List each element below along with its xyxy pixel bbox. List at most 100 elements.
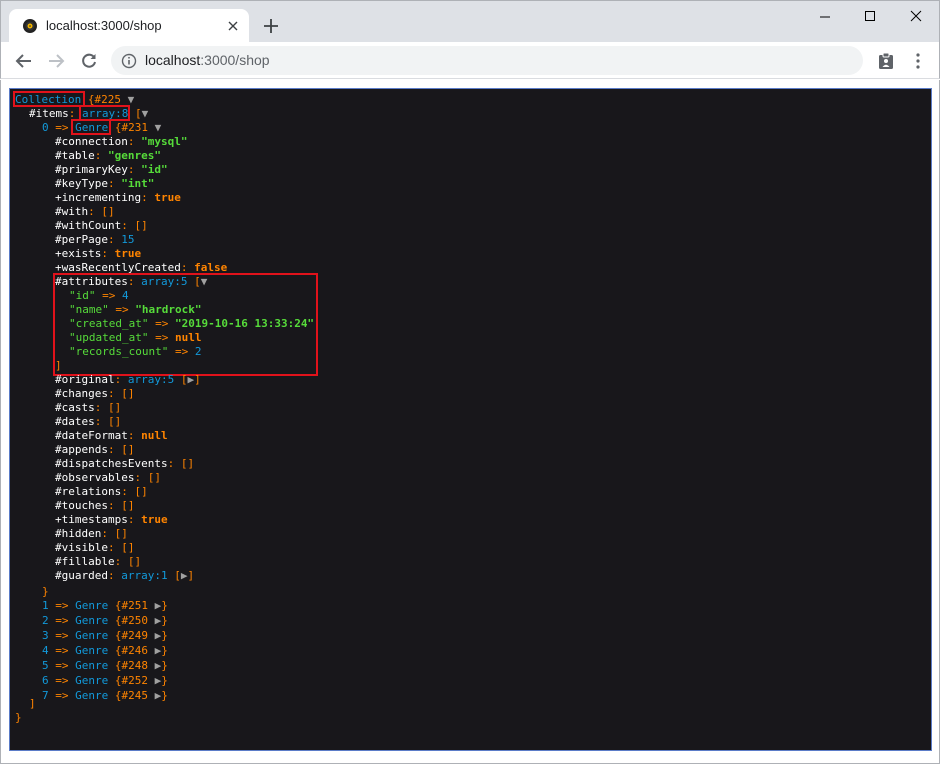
arrow: => [48,599,76,612]
item-class-name[interactable]: Genre [75,614,108,627]
prop-array-type[interactable]: array:5 [128,373,174,386]
prop-value: [] [127,555,142,568]
prop-value: "genres" [108,149,161,162]
arrow: => [148,317,175,330]
prop-value: [] [121,499,135,512]
prop-value: false [194,261,228,274]
colon: : [127,513,142,526]
item-class-name[interactable]: Genre [75,659,108,672]
collapse-toggle-icon[interactable]: ▼ [142,107,149,120]
arrow: => [48,644,76,657]
colon: : [101,247,115,260]
prop-name: #connection [55,135,128,148]
attribute-value: null [174,331,202,344]
more-vert-icon[interactable] [911,52,925,70]
colon: : [127,135,142,148]
prop-name: #visible [55,541,108,554]
prop-name: #dateFormat [55,429,128,442]
item-class-name[interactable]: Genre [75,644,108,657]
var-dump-panel: Collection {#225 ▼ #items: array:8 [▼ 0 … [9,88,932,751]
prop-value: null [141,429,168,442]
highlight-box-genre [71,119,111,135]
collapsed-item-row[interactable]: 5 => Genre {#248 ▶} [42,659,168,673]
items-prop-name: #items [29,107,69,120]
colon: : [127,429,142,442]
collapsed-item-row[interactable]: 3 => Genre {#249 ▶} [42,629,168,643]
prop-name: #dispatchesEvents [55,457,168,470]
prop-value: "mysql" [141,135,188,148]
item-index: 0 [42,121,49,134]
collapsed-item-row[interactable]: 7 => Genre {#245 ▶} [42,689,168,703]
maximize-icon[interactable] [859,7,881,27]
collapsed-item-row[interactable]: 2 => Genre {#250 ▶} [42,614,168,628]
minimize-icon[interactable] [814,7,836,27]
prop-name: #with [55,205,89,218]
colon: : [107,443,122,456]
colon: : [107,177,122,190]
collapse-toggle-icon[interactable]: ▼ [155,121,162,134]
prop-array-type[interactable]: array:1 [121,569,167,582]
property-row: #keyType: "int" [55,177,154,191]
arrow: => [148,331,175,344]
item-index: 1 [42,599,49,612]
prop-value: [] [121,443,135,456]
attribute-value: "2019-10-16 13:33:24" [174,317,315,330]
prop-value: [] [101,205,115,218]
item-class-name[interactable]: Genre [75,629,108,642]
close-window-icon[interactable] [905,7,927,27]
forward-arrow-icon[interactable] [46,51,66,71]
back-arrow-icon[interactable] [14,51,34,71]
arrow: => [168,345,195,358]
attribute-key: "name" [69,303,109,316]
item-index: 3 [42,629,49,642]
info-icon[interactable] [121,53,137,69]
prop-name: #table [55,149,95,162]
clipboard-icon[interactable] [877,52,895,70]
colon: : [107,541,122,554]
browser-tab[interactable]: localhost:3000/shop [9,9,249,43]
collapsed-item-row[interactable]: 6 => Genre {#252 ▶} [42,674,168,688]
colon: : [107,233,122,246]
prop-name: +timestamps [55,513,128,526]
new-tab-icon[interactable] [261,16,281,36]
prop-value: [] [114,527,128,540]
close-tab-icon[interactable] [225,18,241,34]
prop-name: +exists [55,247,102,260]
close-brace: } [161,659,168,672]
colon: : [121,485,135,498]
reload-icon[interactable] [79,51,99,71]
attribute-value: 4 [122,289,129,302]
close-brace: } [161,599,168,612]
url-path: :3000/shop [200,52,270,68]
collapsed-item-row[interactable]: 1 => Genre {#251 ▶} [42,599,168,613]
property-row: #dispatchesEvents: [] [55,457,194,471]
item-class-name[interactable]: Genre [75,599,108,612]
item-class-name[interactable]: Genre [75,689,108,702]
property-row: #withCount: [] [55,219,148,233]
colon: : [94,415,108,428]
colon: : [134,471,148,484]
attribute-key: "id" [69,289,96,302]
item-0-close-brace: } [42,585,49,598]
close-brace: } [161,689,168,702]
property-row: #table: "genres" [55,149,161,163]
colon: : [167,457,181,470]
item-object-id: {#246 [108,644,155,657]
item-class-name[interactable]: Genre [75,674,108,687]
page-content: Collection {#225 ▼ #items: array:8 [▼ 0 … [0,80,940,764]
prop-name: #touches [55,499,108,512]
colon: : [107,569,122,582]
vinyl-record-icon [23,19,37,33]
property-row: #dateFormat: null [55,429,168,443]
prop-name: #guarded [55,569,108,582]
open-bracket: [ [174,373,188,386]
address-bar[interactable]: localhost:3000/shop [111,46,863,75]
collapsed-item-row[interactable]: 4 => Genre {#246 ▶} [42,644,168,658]
property-row: #guarded: array:1 [▶] [55,569,194,583]
tab-title: localhost:3000/shop [46,18,162,33]
item-object-id: {#248 [108,659,155,672]
item-object-id: {#231 [114,121,148,134]
prop-value: "id" [141,163,168,176]
attribute-key: "records_count" [69,345,169,358]
prop-value: [] [121,541,135,554]
